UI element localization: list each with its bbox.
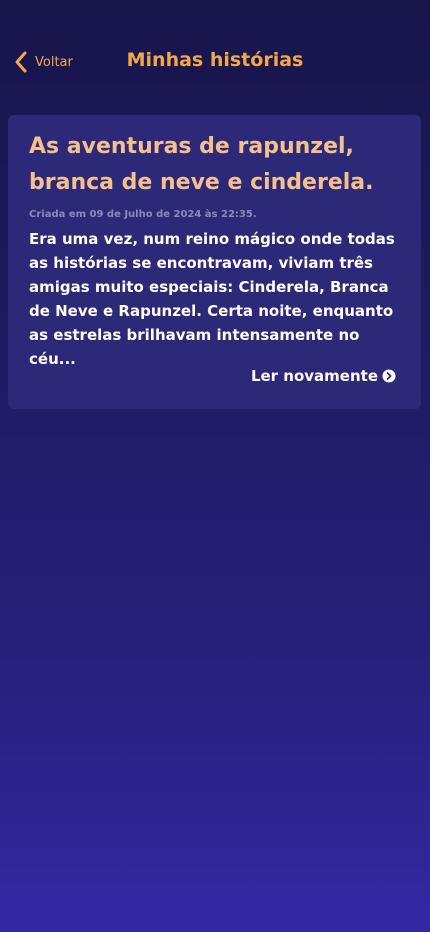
story-excerpt: Era uma vez, num reino mágico onde todas… bbox=[29, 230, 395, 368]
story-created-date: Criada em 09 de Julho de 2024 às 22:35. bbox=[29, 209, 257, 220]
read-again-button[interactable]: Ler novamente bbox=[251, 367, 396, 385]
app-header: Voltar Minhas histórias bbox=[0, 0, 430, 110]
page-title: Minhas histórias bbox=[126, 49, 304, 71]
story-card: As aventuras de rapunzel, branca de neve… bbox=[8, 115, 421, 409]
read-again-label: Ler novamente bbox=[250, 367, 378, 385]
chevron-right-circle-icon bbox=[382, 369, 396, 383]
story-title: As aventuras de rapunzel, branca de neve… bbox=[29, 134, 374, 195]
